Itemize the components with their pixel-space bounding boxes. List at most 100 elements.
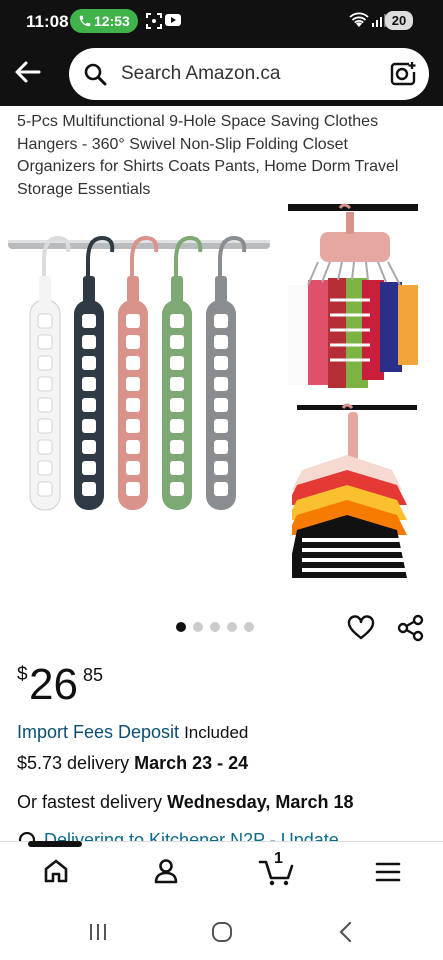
delivery-line: $5.73 delivery March 23 - 24 xyxy=(17,753,248,774)
hanger-hole xyxy=(37,313,53,329)
share-icon[interactable] xyxy=(397,614,425,642)
cart-button[interactable]: 1 xyxy=(258,850,294,891)
hanger-hole xyxy=(37,397,53,413)
cart-count: 1 xyxy=(274,850,283,867)
hanger-hole xyxy=(37,376,53,392)
arrow-left-icon xyxy=(15,61,41,83)
status-time: 11:08 xyxy=(26,12,69,31)
wifi-icon xyxy=(349,12,369,27)
screenshot-icon xyxy=(146,13,162,29)
bottom-nav: 1 xyxy=(0,841,443,908)
hanger-hole xyxy=(37,439,53,455)
call-indicator[interactable]: 12:53 xyxy=(70,9,138,33)
back-system-icon[interactable] xyxy=(334,920,358,944)
import-fees-line: Import Fees Deposit Included xyxy=(17,722,248,743)
product-image-thumbnail[interactable] xyxy=(288,200,418,388)
carousel-dot[interactable] xyxy=(176,622,186,632)
hanger-hole xyxy=(82,440,96,454)
carousel-dot[interactable] xyxy=(244,622,254,632)
product-image-main[interactable] xyxy=(8,230,270,520)
hanger-hole xyxy=(170,461,184,475)
hanger-hole xyxy=(214,356,228,370)
hanger-hole xyxy=(82,335,96,349)
home-button-icon[interactable] xyxy=(210,920,234,944)
youtube-icon xyxy=(165,14,181,26)
hanger-hole xyxy=(214,335,228,349)
hanger-hole xyxy=(82,314,96,328)
signal-icon xyxy=(372,14,386,27)
hanger-hole xyxy=(214,482,228,496)
product-title[interactable]: 5-Pcs Multifunctional 9-Hole Space Savin… xyxy=(17,111,427,201)
search-icon xyxy=(84,63,107,86)
hanger-hole xyxy=(126,482,140,496)
delivery-dates: March 23 - 24 xyxy=(134,753,249,773)
hanger-hole xyxy=(82,356,96,370)
menu-icon[interactable] xyxy=(375,861,401,883)
battery-indicator: 20 xyxy=(385,11,413,30)
image-carousel-dots[interactable] xyxy=(176,622,254,634)
nav-active-indicator xyxy=(28,841,82,847)
hanger-swivel xyxy=(171,276,183,304)
carousel-dot[interactable] xyxy=(193,622,203,632)
carousel-dot[interactable] xyxy=(227,622,237,632)
hanger-hole xyxy=(170,398,184,412)
account-icon[interactable] xyxy=(153,858,179,884)
hanger-hole xyxy=(37,334,53,350)
hanger-swivel xyxy=(83,276,95,304)
hanger-hole xyxy=(170,419,184,433)
search-bar[interactable]: Search Amazon.ca xyxy=(69,48,429,100)
status-bar: 11:08 12:53 20 xyxy=(0,0,443,44)
import-fees-link[interactable]: Import Fees Deposit xyxy=(17,722,179,742)
call-timer: 12:53 xyxy=(94,13,130,29)
system-nav-bar xyxy=(0,908,443,960)
hanger-hole xyxy=(82,482,96,496)
hanger-hole xyxy=(126,335,140,349)
hanger-hole xyxy=(214,461,228,475)
hanger-hole xyxy=(37,460,53,476)
hanger-hole xyxy=(170,314,184,328)
product-image-thumbnail[interactable] xyxy=(292,400,422,578)
hanger-hole xyxy=(126,377,140,391)
hanger-hole xyxy=(214,440,228,454)
app-header: Search Amazon.ca xyxy=(0,44,443,106)
camera-search-icon[interactable] xyxy=(389,60,417,88)
hanger-hole xyxy=(82,377,96,391)
hanger-swivel xyxy=(215,276,227,304)
price-whole: 26 xyxy=(29,660,78,709)
hanger-hole xyxy=(126,419,140,433)
home-icon[interactable] xyxy=(43,858,69,884)
hanger-hole xyxy=(170,377,184,391)
delivery-cost: $5.73 delivery xyxy=(17,753,130,773)
hanger-hole xyxy=(170,482,184,496)
price-currency: $ xyxy=(17,664,28,685)
fastest-delivery-date: Wednesday, March 18 xyxy=(167,792,354,812)
hanger-hole xyxy=(170,356,184,370)
back-button[interactable] xyxy=(12,56,44,88)
hanger-hole xyxy=(82,398,96,412)
hanger-hole xyxy=(126,440,140,454)
fastest-delivery-prefix: Or fastest delivery xyxy=(17,792,163,812)
hanger-hole xyxy=(126,356,140,370)
heart-icon[interactable] xyxy=(347,614,375,642)
hanger-hole xyxy=(170,335,184,349)
carousel-dot[interactable] xyxy=(210,622,220,632)
hanger-hole xyxy=(82,461,96,475)
hanger-hole xyxy=(37,481,53,497)
import-fees-suffix: Included xyxy=(184,723,249,742)
hanger-swivel xyxy=(39,276,51,304)
hanger-hole xyxy=(214,314,228,328)
clothes-stack xyxy=(288,278,418,388)
hanger-hole xyxy=(82,419,96,433)
hanger-hole xyxy=(214,398,228,412)
price-fraction: 85 xyxy=(83,665,104,685)
hanger-hole xyxy=(126,398,140,412)
phone-icon xyxy=(79,15,91,27)
hanger-hole xyxy=(37,418,53,434)
hanger-hole xyxy=(126,314,140,328)
recent-apps-icon[interactable] xyxy=(86,920,110,944)
hanger-swivel xyxy=(127,276,139,304)
fastest-delivery-line: Or fastest delivery Wednesday, March 18 xyxy=(17,792,353,813)
hanger-hole xyxy=(126,461,140,475)
hanger-hole xyxy=(37,355,53,371)
search-input[interactable]: Search Amazon.ca xyxy=(121,63,280,85)
